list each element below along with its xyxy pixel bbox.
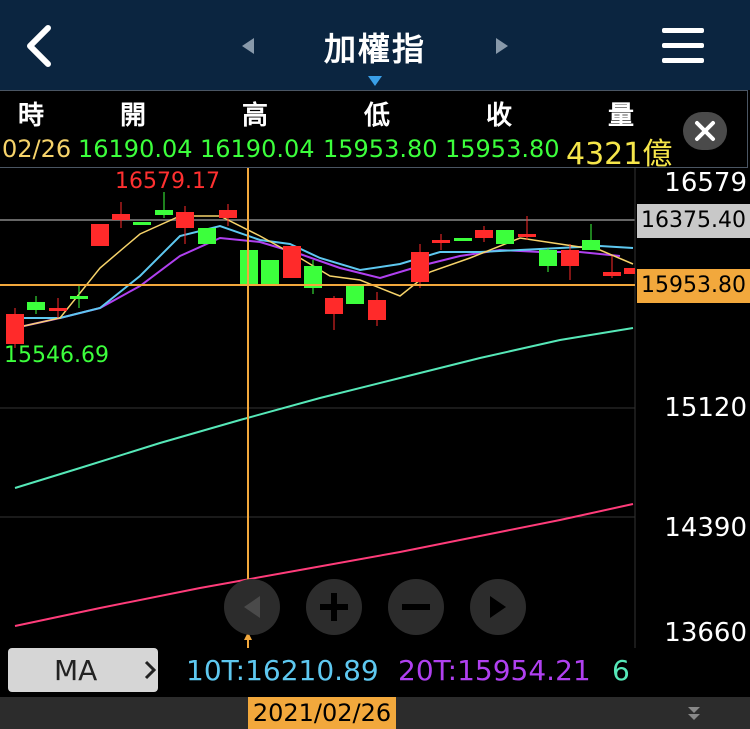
- value-time: 02/26: [2, 135, 72, 163]
- scroll-right-button[interactable]: [470, 579, 526, 635]
- candle: [6, 314, 24, 344]
- low-label: 15546.69: [4, 343, 109, 368]
- cursor-date-tag: 2021/02/26: [248, 697, 396, 729]
- value-volume: 4321億: [566, 137, 673, 172]
- zoom-in-button[interactable]: [306, 579, 362, 635]
- crosshair-price-tag: 16375.40: [637, 204, 750, 238]
- label-time: 時: [18, 101, 45, 131]
- candle: [198, 228, 216, 244]
- top-bar: 加權指: [0, 0, 750, 90]
- last-price-tag: 15953.80: [637, 269, 750, 303]
- candle: [49, 308, 67, 311]
- high-label: 16579.17: [115, 169, 220, 194]
- candle: [539, 250, 557, 266]
- candle: [112, 214, 130, 220]
- label-open: 開: [120, 101, 147, 131]
- ma10-value: 10T:16210.89: [186, 654, 379, 687]
- candle: [325, 298, 343, 314]
- candle: [91, 224, 109, 246]
- play-right-icon: [490, 596, 506, 618]
- ma-label: MA: [54, 654, 98, 687]
- play-left-icon: [244, 596, 260, 618]
- candle: [368, 300, 386, 320]
- candle: [27, 302, 45, 310]
- value-close: 15953.80: [445, 135, 560, 163]
- page-title: 加權指: [323, 30, 426, 68]
- candle: [176, 212, 194, 228]
- label-close: 收: [486, 101, 513, 131]
- candle: [346, 286, 364, 304]
- label-volume: 量: [608, 101, 635, 131]
- value-high: 16190.04: [200, 135, 315, 163]
- candle: [133, 222, 151, 225]
- price-tick: 14390: [664, 513, 747, 543]
- zoom-out-button[interactable]: [388, 579, 444, 635]
- hamburger-menu-icon[interactable]: [662, 28, 704, 64]
- value-open: 16190.04: [78, 135, 193, 163]
- caret-left-icon[interactable]: [240, 36, 256, 60]
- double-chevron-down-icon[interactable]: [686, 705, 702, 725]
- quote-panel: 時 開 高 低 收 量 02/26 16190.04 16190.04 1595…: [0, 90, 748, 172]
- candle: [561, 250, 579, 266]
- candle: [70, 296, 88, 299]
- candle: [155, 210, 173, 215]
- candle: [454, 238, 472, 241]
- candle: [624, 268, 635, 274]
- close-icon[interactable]: [683, 112, 727, 150]
- candle: [475, 230, 493, 238]
- ma20-value: 20T:15954.21: [398, 654, 591, 687]
- minus-icon: [402, 604, 430, 610]
- candle: [603, 272, 621, 276]
- candle: [219, 210, 237, 218]
- price-tick: 15120: [664, 393, 747, 423]
- label-high: 高: [242, 101, 269, 131]
- caret-down-icon[interactable]: [367, 72, 383, 91]
- candle: [283, 246, 301, 278]
- scroll-left-button[interactable]: [224, 579, 280, 635]
- chevron-right-icon: [144, 660, 157, 684]
- candle: [411, 252, 429, 282]
- candle: [518, 234, 536, 237]
- ma60-value: 6: [612, 654, 630, 687]
- candles: [6, 192, 635, 348]
- ma-selector-button[interactable]: MA: [8, 648, 158, 692]
- candle: [261, 260, 279, 284]
- plus-icon: [320, 593, 348, 621]
- value-low: 15953.80: [323, 135, 438, 163]
- candle: [582, 240, 600, 250]
- price-tick: 16579: [664, 168, 747, 198]
- candle: [496, 230, 514, 244]
- price-tick: 13660: [664, 618, 747, 648]
- label-low: 低: [364, 101, 391, 131]
- candle: [432, 240, 450, 243]
- caret-right-icon[interactable]: [494, 36, 510, 60]
